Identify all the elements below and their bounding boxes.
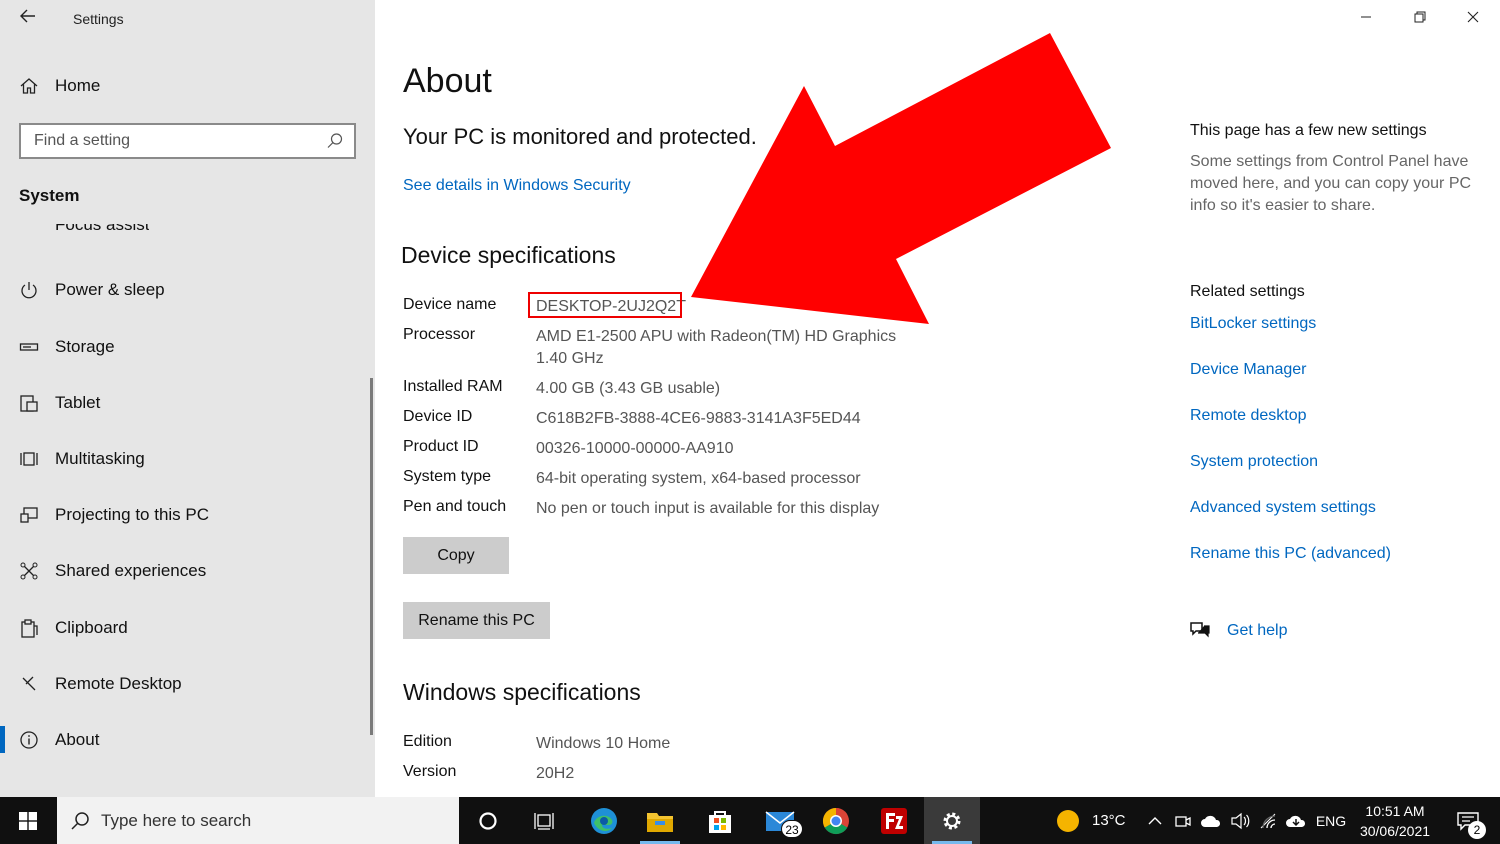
microsoft-store-icon	[709, 810, 731, 833]
show-hidden-icons-button[interactable]	[1142, 797, 1168, 844]
projecting-icon	[18, 504, 40, 526]
search-icon[interactable]	[326, 132, 344, 150]
sidebar-item-tablet[interactable]: Tablet	[0, 381, 370, 425]
home-icon	[18, 75, 40, 97]
cloud-icon	[1201, 815, 1221, 827]
sidebar-item-label: Tablet	[55, 393, 101, 412]
edge-browser-icon	[591, 807, 617, 834]
sidebar-item-label: Projecting to this PC	[55, 505, 210, 524]
back-arrow-icon	[20, 9, 35, 23]
sidebar-item-label: Storage	[55, 337, 115, 356]
settings-sidebar: Settings Home System Focus assist Power …	[0, 0, 375, 797]
mail-button[interactable]: 23	[752, 797, 808, 844]
sidebar-item-projecting[interactable]: Projecting to this PC	[0, 493, 370, 537]
sidebar-item-label: Power & sleep	[55, 280, 165, 299]
filezilla-icon	[881, 807, 907, 834]
meet-now-icon	[1175, 815, 1191, 827]
sidebar-item-focus-assist[interactable]: Focus assist	[55, 224, 149, 244]
power-icon	[18, 279, 40, 301]
start-button[interactable]	[0, 797, 56, 844]
wifi-icon	[1260, 813, 1276, 828]
cortana-icon	[479, 811, 497, 830]
file-explorer-icon	[647, 812, 673, 832]
sidebar-item-shared-experiences[interactable]: Shared experiences	[0, 549, 370, 593]
sidebar-item-home[interactable]: Home	[0, 64, 370, 108]
gear-icon	[943, 812, 961, 829]
sidebar-item-label: Home	[55, 76, 101, 95]
clipboard-icon	[18, 617, 40, 639]
clock[interactable]: 10:51 AM 30/06/2021	[1352, 801, 1438, 841]
storage-icon	[18, 336, 40, 358]
chrome-button[interactable]	[808, 797, 864, 844]
input-language-button[interactable]: ENG	[1312, 797, 1350, 844]
task-view-button[interactable]	[516, 797, 572, 844]
language-text: ENG	[1315, 812, 1347, 829]
time-text: 10:51 AM	[1365, 803, 1425, 819]
task-view-icon	[534, 812, 554, 830]
shared-icon	[18, 560, 40, 582]
notification-count-badge: 2	[1468, 821, 1486, 839]
chevron-up-icon	[1148, 816, 1162, 824]
chrome-browser-icon	[822, 807, 849, 834]
weather-sun-icon	[1057, 809, 1079, 832]
sync-cloud-button[interactable]	[1283, 797, 1309, 844]
sidebar-item-multitasking[interactable]: Multitasking	[0, 437, 370, 481]
taskbar: Type here to search 23 13°C ENG 10:51 AM…	[0, 797, 1500, 844]
sidebar-item-about[interactable]: About	[0, 718, 370, 762]
sidebar-item-power-sleep[interactable]: Power & sleep	[0, 268, 370, 312]
edge-button[interactable]	[576, 797, 632, 844]
notification-center-button[interactable]: 2	[1446, 797, 1490, 844]
sidebar-item-label: Focus assist	[55, 224, 150, 234]
annotation-arrow	[691, 33, 1111, 324]
date-text: 30/06/2021	[1359, 823, 1431, 839]
tablet-icon	[18, 392, 40, 414]
red-arrow-shape	[691, 33, 1111, 324]
sidebar-item-label: About	[55, 730, 100, 749]
multitasking-icon	[18, 448, 40, 470]
file-explorer-button[interactable]	[632, 797, 688, 844]
cortana-button[interactable]	[460, 797, 516, 844]
cloud-sync-icon	[1286, 815, 1306, 827]
app-title: Settings	[73, 11, 124, 27]
about-page: About Your PC is monitored and protected…	[375, 0, 1500, 797]
onedrive-button[interactable]	[1197, 797, 1225, 844]
taskbar-search-placeholder: Type here to search	[101, 810, 252, 830]
sidebar-item-label: Clipboard	[55, 618, 128, 637]
sidebar-scrollbar[interactable]	[370, 378, 373, 735]
network-button[interactable]	[1255, 797, 1283, 844]
meet-now-button[interactable]	[1170, 797, 1196, 844]
volume-button[interactable]	[1227, 797, 1253, 844]
windows-logo-icon	[19, 811, 37, 830]
sidebar-item-clipboard[interactable]: Clipboard	[0, 606, 370, 650]
info-icon	[18, 729, 40, 751]
mail-unread-badge: 23	[781, 820, 803, 838]
store-button[interactable]	[692, 797, 748, 844]
temperature-text: 13°C	[1092, 812, 1126, 829]
sidebar-item-label: Remote Desktop	[55, 674, 182, 693]
sidebar-item-label: Shared experiences	[55, 561, 207, 580]
sidebar-item-storage[interactable]: Storage	[0, 325, 370, 369]
back-button[interactable]	[14, 6, 42, 32]
settings-search-box[interactable]	[19, 123, 356, 159]
remote-desktop-icon	[18, 673, 40, 695]
speaker-icon	[1231, 812, 1250, 829]
sidebar-item-remote-desktop[interactable]: Remote Desktop	[0, 662, 370, 706]
sidebar-item-label: Multitasking	[55, 449, 145, 468]
weather-widget[interactable]: 13°C	[1056, 797, 1126, 844]
taskbar-search-box[interactable]: Type here to search	[57, 797, 459, 844]
settings-taskbar-button[interactable]	[924, 797, 980, 844]
search-icon	[71, 811, 89, 830]
sidebar-section-system: System	[19, 186, 80, 205]
filezilla-button[interactable]	[866, 797, 922, 844]
settings-search-input[interactable]	[21, 125, 326, 157]
